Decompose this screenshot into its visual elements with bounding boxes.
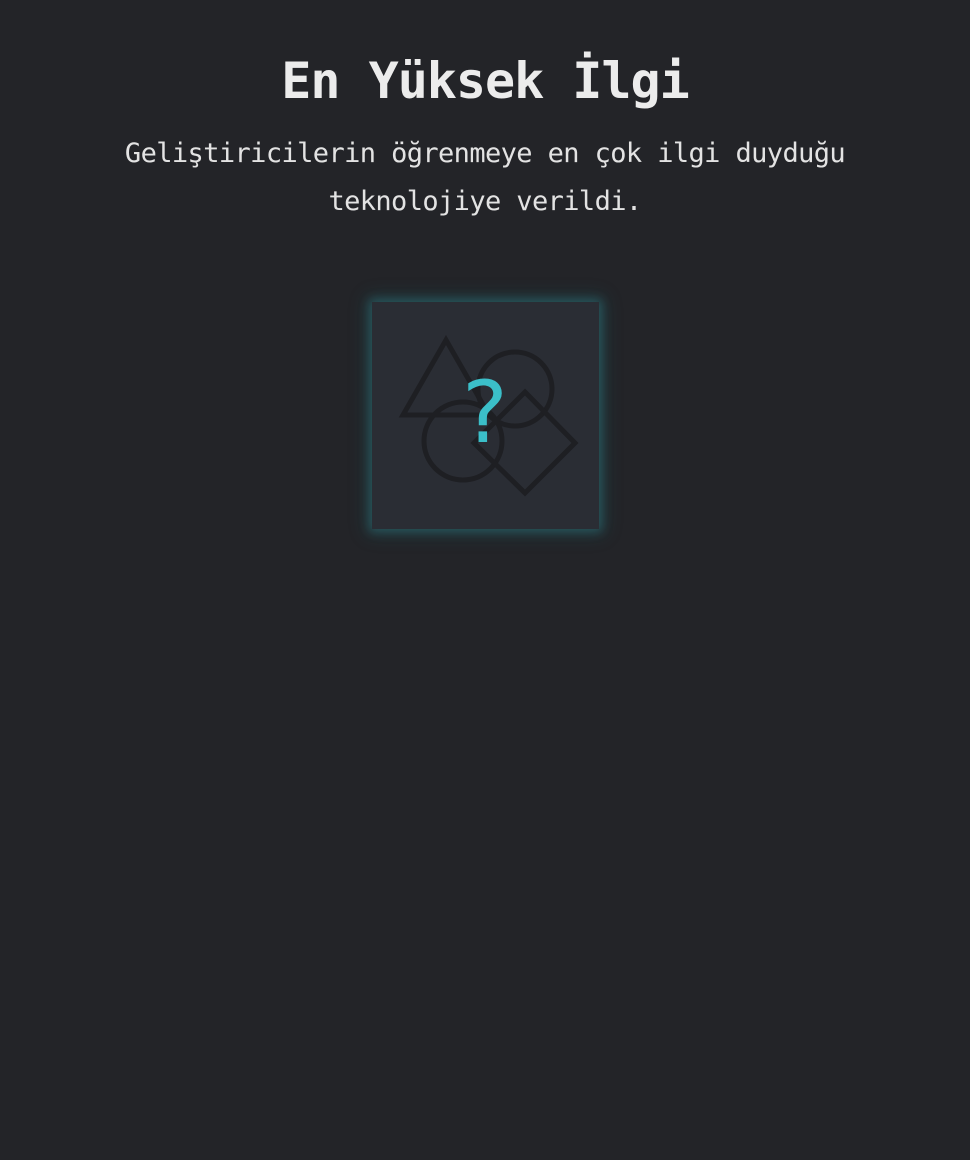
award-page: En Yüksek İlgi Geliştiricilerin öğrenmey… [0,0,970,1160]
question-mark-glyph: ? [462,363,508,463]
award-title: En Yüksek İlgi [281,52,689,110]
mystery-card[interactable]: ? [372,302,599,529]
shapes-icon: ? [398,334,579,497]
award-description: Geliştiricilerin öğrenmeye en çok ilgi d… [124,138,846,217]
